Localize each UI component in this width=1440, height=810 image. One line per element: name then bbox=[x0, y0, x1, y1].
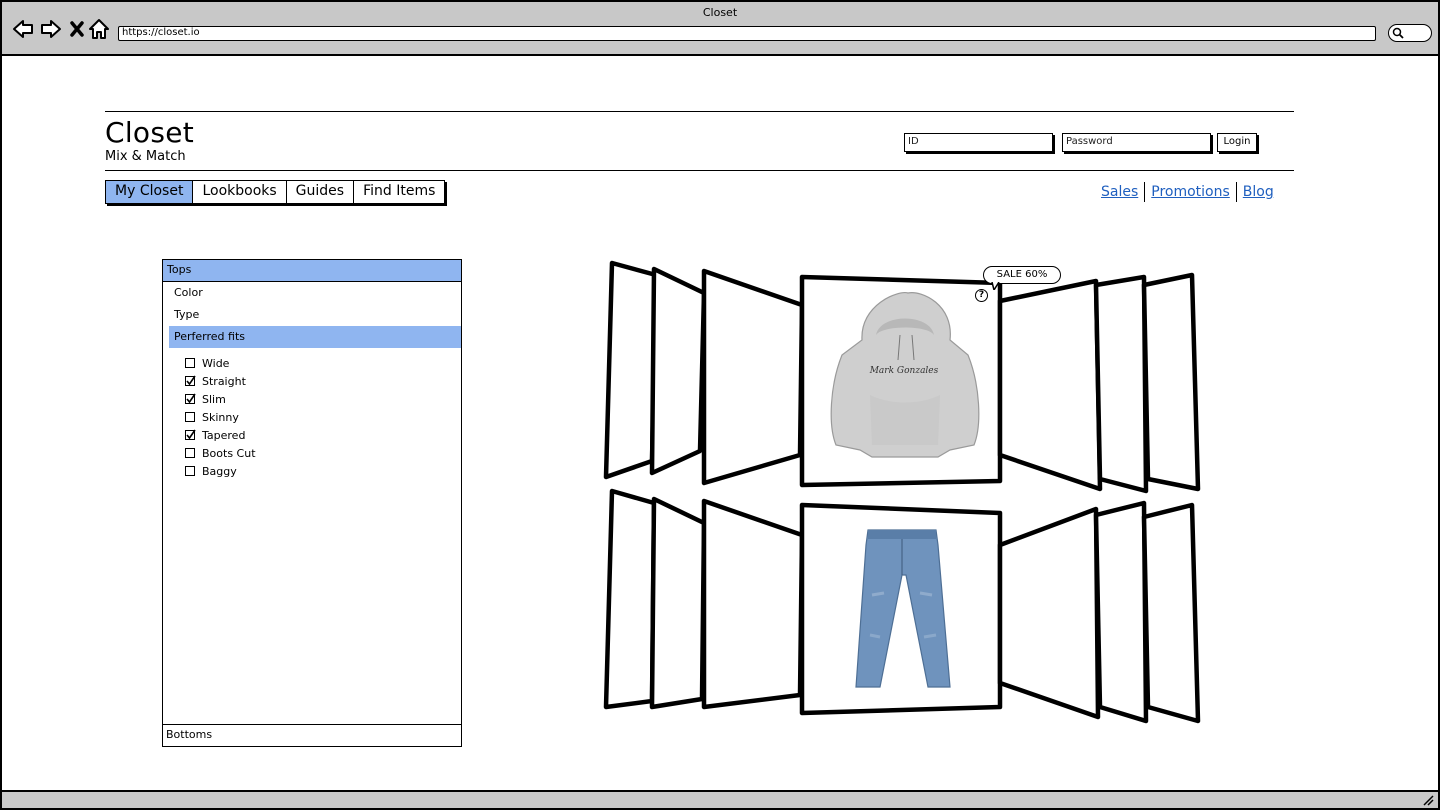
flow-card bbox=[701, 498, 805, 710]
flow-card bbox=[1093, 500, 1149, 724]
fit-option-label: Skinny bbox=[202, 410, 239, 424]
fit-option-label: Boots Cut bbox=[202, 446, 256, 460]
fit-option[interactable]: Straight bbox=[163, 372, 461, 390]
browser-search[interactable] bbox=[1388, 24, 1432, 42]
filter-color[interactable]: Color bbox=[163, 282, 461, 304]
link-blog[interactable]: Blog bbox=[1240, 184, 1277, 200]
window-title: Closet bbox=[702, 6, 738, 19]
id-field[interactable]: ID bbox=[904, 133, 1053, 152]
fit-option[interactable]: Wide bbox=[163, 354, 461, 372]
flow-card bbox=[603, 260, 659, 480]
link-divider bbox=[1144, 182, 1146, 202]
fit-option[interactable]: Tapered bbox=[163, 426, 461, 444]
filter-type[interactable]: Type bbox=[163, 304, 461, 326]
checkbox-checked[interactable] bbox=[185, 393, 196, 404]
browser-toolbar: Closet https://closet.io bbox=[0, 0, 1440, 56]
fit-option[interactable]: Boots Cut bbox=[163, 444, 461, 462]
tab-my-closet[interactable]: My Closet bbox=[106, 181, 194, 203]
link-promotions[interactable]: Promotions bbox=[1148, 184, 1233, 200]
header-bottom-rule bbox=[105, 170, 1294, 171]
checkmark-icon bbox=[186, 429, 196, 440]
fit-checklist: Wide Straight Slim Skinny Tapered Boots Cut Ba… bbox=[163, 354, 461, 480]
accordion-header-bottoms[interactable]: Bottoms bbox=[163, 724, 461, 746]
main-tabs: My Closet Lookbooks Guides Find Items bbox=[105, 180, 446, 204]
login-button[interactable]: Login bbox=[1217, 133, 1257, 152]
product-hoodie[interactable]: Mark Gonzales bbox=[810, 285, 998, 475]
password-field[interactable]: Password bbox=[1062, 133, 1211, 152]
resize-grip-icon[interactable] bbox=[1422, 794, 1434, 806]
link-sales[interactable]: Sales bbox=[1098, 184, 1141, 200]
checkbox-unchecked[interactable] bbox=[185, 412, 195, 422]
fit-option-label: Wide bbox=[202, 356, 230, 370]
help-icon[interactable]: ? bbox=[975, 289, 988, 302]
fit-option[interactable]: Slim bbox=[163, 390, 461, 408]
sale-badge-tail bbox=[991, 282, 1000, 290]
tab-lookbooks[interactable]: Lookbooks bbox=[193, 181, 287, 203]
checkbox-unchecked[interactable] bbox=[185, 466, 195, 476]
link-divider bbox=[1235, 182, 1237, 202]
home-icon[interactable] bbox=[88, 18, 110, 40]
flow-card bbox=[603, 488, 657, 710]
header-links: Sales Promotions Blog bbox=[1098, 182, 1277, 202]
flow-card bbox=[997, 278, 1103, 492]
checkbox-unchecked[interactable] bbox=[185, 448, 195, 458]
checkmark-icon bbox=[186, 393, 196, 404]
flow-card bbox=[649, 496, 707, 710]
hoodie-print: Mark Gonzales bbox=[869, 366, 939, 376]
checkbox-checked[interactable] bbox=[185, 375, 196, 386]
flow-card bbox=[997, 506, 1101, 720]
tagline: Mix & Match bbox=[105, 149, 186, 164]
flow-card bbox=[1141, 272, 1201, 492]
fit-option[interactable]: Baggy bbox=[163, 462, 461, 480]
logo: Closet bbox=[105, 116, 195, 149]
fit-option-label: Baggy bbox=[202, 464, 237, 478]
filter-preferred-fits[interactable]: Perferred fits bbox=[169, 326, 461, 348]
fit-option[interactable]: Skinny bbox=[163, 408, 461, 426]
tab-find-items[interactable]: Find Items bbox=[354, 181, 445, 203]
accordion-header-tops[interactable]: Tops bbox=[163, 260, 461, 282]
status-bar bbox=[0, 790, 1440, 810]
filter-accordion: Tops Color Type Perferred fits Wide Strai… bbox=[162, 259, 462, 747]
fit-option-label: Tapered bbox=[202, 428, 246, 442]
tab-guides[interactable]: Guides bbox=[286, 181, 355, 203]
close-icon[interactable] bbox=[66, 18, 88, 40]
back-icon[interactable] bbox=[12, 18, 34, 40]
header-top-rule bbox=[105, 111, 1294, 112]
forward-icon[interactable] bbox=[40, 18, 62, 40]
flow-card bbox=[649, 266, 707, 476]
checkmark-icon bbox=[186, 375, 196, 386]
fit-option-label: Slim bbox=[202, 392, 226, 406]
flow-card bbox=[1141, 502, 1201, 724]
product-jeans[interactable] bbox=[810, 515, 998, 705]
search-icon bbox=[1392, 27, 1404, 39]
checkbox-checked[interactable] bbox=[185, 429, 196, 440]
flow-card bbox=[1093, 274, 1149, 494]
fit-option-label: Straight bbox=[202, 374, 246, 388]
url-bar[interactable]: https://closet.io bbox=[118, 26, 1376, 41]
checkbox-unchecked[interactable] bbox=[185, 358, 195, 368]
flow-card bbox=[701, 268, 805, 486]
